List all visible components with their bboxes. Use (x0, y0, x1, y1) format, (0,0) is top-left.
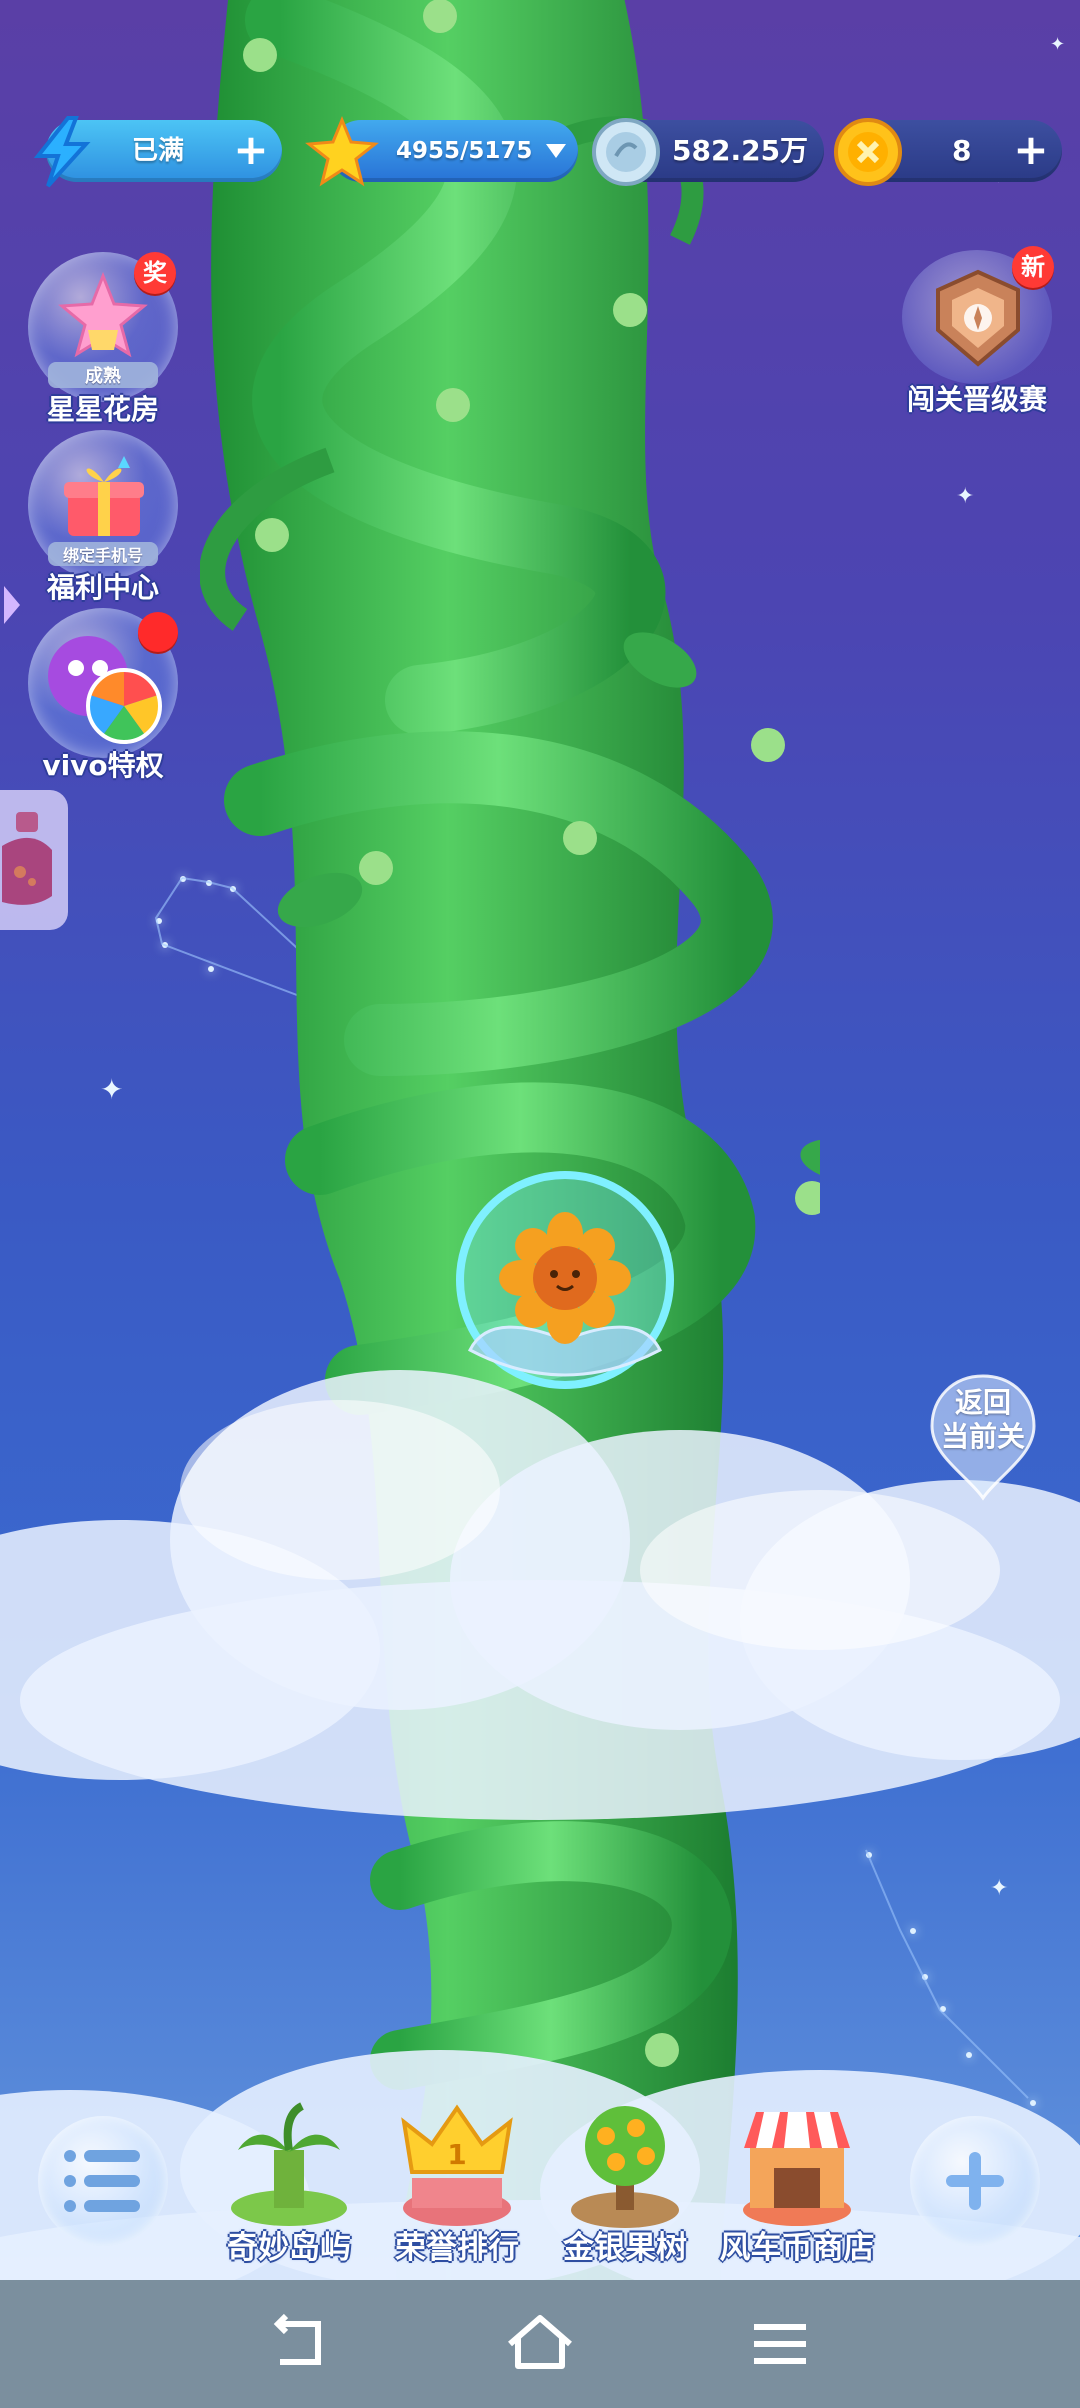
fruit-tree-icon (571, 2106, 679, 2228)
pouch-icon (2, 812, 52, 905)
welfare-center-label: 福利中心 (46, 571, 159, 604)
back-icon[interactable] (260, 2304, 340, 2384)
chevron-down-icon[interactable] (544, 140, 568, 162)
star-progress-bar[interactable]: 4955/5175 (305, 116, 578, 187)
star-flower-house-status: 成熟 (48, 362, 158, 388)
gold-coin-icon (834, 118, 902, 186)
crown-icon: 1 (401, 2104, 513, 2226)
gold-coin-value: 8 (952, 134, 972, 167)
bottom-nav: 奇妙岛屿 1 荣誉排行 金银果树 风车币商店 (0, 2090, 1080, 2270)
welfare-center-button[interactable]: 绑定手机号 福利中心 (28, 430, 178, 606)
energy-value: 已满 (132, 136, 185, 166)
silver-coin-icon (592, 118, 660, 186)
rank-number: 1 (447, 2138, 466, 2171)
star-count: 4955/5175 (396, 138, 533, 164)
player-sunflower-bubble[interactable] (440, 1160, 690, 1410)
lightning-icon (33, 116, 91, 188)
expand-sidebar-arrow-icon[interactable] (0, 582, 22, 628)
beanstalk (200, 0, 820, 2280)
recent-apps-icon[interactable] (740, 2304, 820, 2384)
notification-dot (138, 612, 178, 652)
silver-coin-bar: 582.25万 (592, 118, 824, 186)
plus-icon (946, 2152, 1004, 2210)
vivo-privilege-button[interactable]: vivo特权 (28, 608, 178, 784)
welfare-center-bubble: 绑定手机号 (28, 430, 178, 580)
system-navigation-bar (0, 2280, 1080, 2408)
gift-box-icon (64, 456, 144, 536)
welfare-center-status: 绑定手机号 (48, 542, 158, 566)
tournament-bubble: 新 (902, 246, 1054, 384)
energy-bar[interactable]: 已满 + (33, 116, 282, 188)
level-tournament-button[interactable]: 新 闯关晋级赛 (892, 246, 1062, 418)
star-flower-house-button[interactable]: 成熟 奖 星星花房 (28, 252, 178, 428)
star-flower-house-label: 星星花房 (46, 393, 159, 426)
sparkle-icon: ✦ (100, 1073, 124, 1106)
add-gold-coin-button[interactable]: + (1010, 129, 1052, 172)
vivo-privilege-label: vivo特权 (42, 749, 164, 782)
menu-list-button[interactable] (38, 2116, 168, 2246)
return-label-line1: 返回 (954, 1386, 1011, 1419)
tournament-badge-icon (936, 269, 1020, 367)
star-icon (305, 116, 379, 187)
reward-badge: 奖 (134, 252, 176, 294)
level-tournament-label: 闯关晋级赛 (906, 383, 1047, 416)
expand-button[interactable] (910, 2116, 1040, 2246)
new-badge: 新 (1012, 246, 1054, 288)
vivo-privilege-bubble (28, 608, 178, 758)
star-flower-house-bubble: 成熟 奖 (28, 252, 178, 402)
side-pouch-button[interactable] (0, 790, 68, 930)
sparkle-icon: ✦ (1050, 34, 1066, 55)
windmill-coin-shop-label: 风车币商店 (719, 2230, 875, 2266)
list-icon (64, 2150, 140, 2212)
return-to-current-level-button[interactable]: 返回 当前关 (928, 1372, 1038, 1502)
island-icon (231, 2102, 347, 2226)
gold-coin-bar[interactable]: 8 + (834, 118, 1062, 186)
add-energy-button[interactable]: + (230, 129, 272, 172)
silver-coin-value: 582.25万 (672, 134, 809, 167)
return-label-line2: 当前关 (940, 1420, 1025, 1453)
shop-icon (743, 2112, 851, 2226)
home-icon[interactable] (500, 2304, 580, 2384)
sparkle-icon: ✦ (956, 484, 975, 509)
return-button-text: 返回 当前关 (928, 1386, 1038, 1454)
